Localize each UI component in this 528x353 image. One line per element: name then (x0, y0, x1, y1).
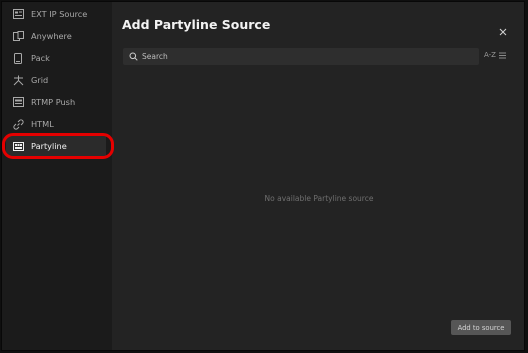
close-icon (499, 28, 507, 36)
add-to-source-button[interactable]: Add to source (451, 320, 511, 335)
sidebar-item-label: Grid (31, 75, 49, 85)
dialog-title: Add Partyline Source (122, 17, 271, 32)
sidebar-item-rtmp-push[interactable]: RTMP Push (6, 92, 106, 112)
sidebar-item-label: EXT IP Source (31, 9, 88, 19)
sidebar-item-grid[interactable]: Grid (6, 70, 106, 90)
sidebar-item-partyline[interactable]: Partyline (6, 136, 106, 156)
sidebar-item-html[interactable]: HTML (6, 114, 106, 134)
ext-ip-source-icon (12, 8, 24, 20)
rtmp-push-icon (12, 96, 24, 108)
sidebar-item-label: HTML (31, 119, 54, 129)
sort-label: A-Z (484, 51, 496, 59)
anywhere-icon (12, 30, 24, 42)
sidebar-item-pack[interactable]: Pack (6, 48, 106, 68)
sidebar-item-ext-ip-source[interactable]: EXT IP Source (6, 4, 106, 24)
link-icon (12, 118, 24, 130)
sidebar-item-label: Partyline (31, 141, 67, 151)
pack-icon (12, 52, 24, 64)
source-type-sidebar: EXT IP Source Anywhere Pack Grid RTMP Pu (2, 2, 114, 350)
grid-icon (12, 74, 24, 86)
sidebar-item-label: Anywhere (31, 31, 72, 41)
sort-icon (498, 52, 506, 58)
partyline-icon (12, 140, 24, 152)
search-input[interactable]: Search (123, 48, 479, 65)
sidebar-item-label: RTMP Push (31, 97, 76, 107)
close-button[interactable] (497, 23, 509, 36)
search-icon (129, 52, 138, 61)
sidebar-item-label: Pack (31, 53, 50, 63)
add-source-dialog: EXT IP Source Anywhere Pack Grid RTMP Pu (1, 1, 525, 351)
sidebar-item-anywhere[interactable]: Anywhere (6, 26, 106, 46)
empty-state-message: No available Partyline source (264, 194, 374, 203)
search-placeholder: Search (142, 52, 168, 61)
sort-toggle[interactable]: A-Z (484, 51, 506, 59)
